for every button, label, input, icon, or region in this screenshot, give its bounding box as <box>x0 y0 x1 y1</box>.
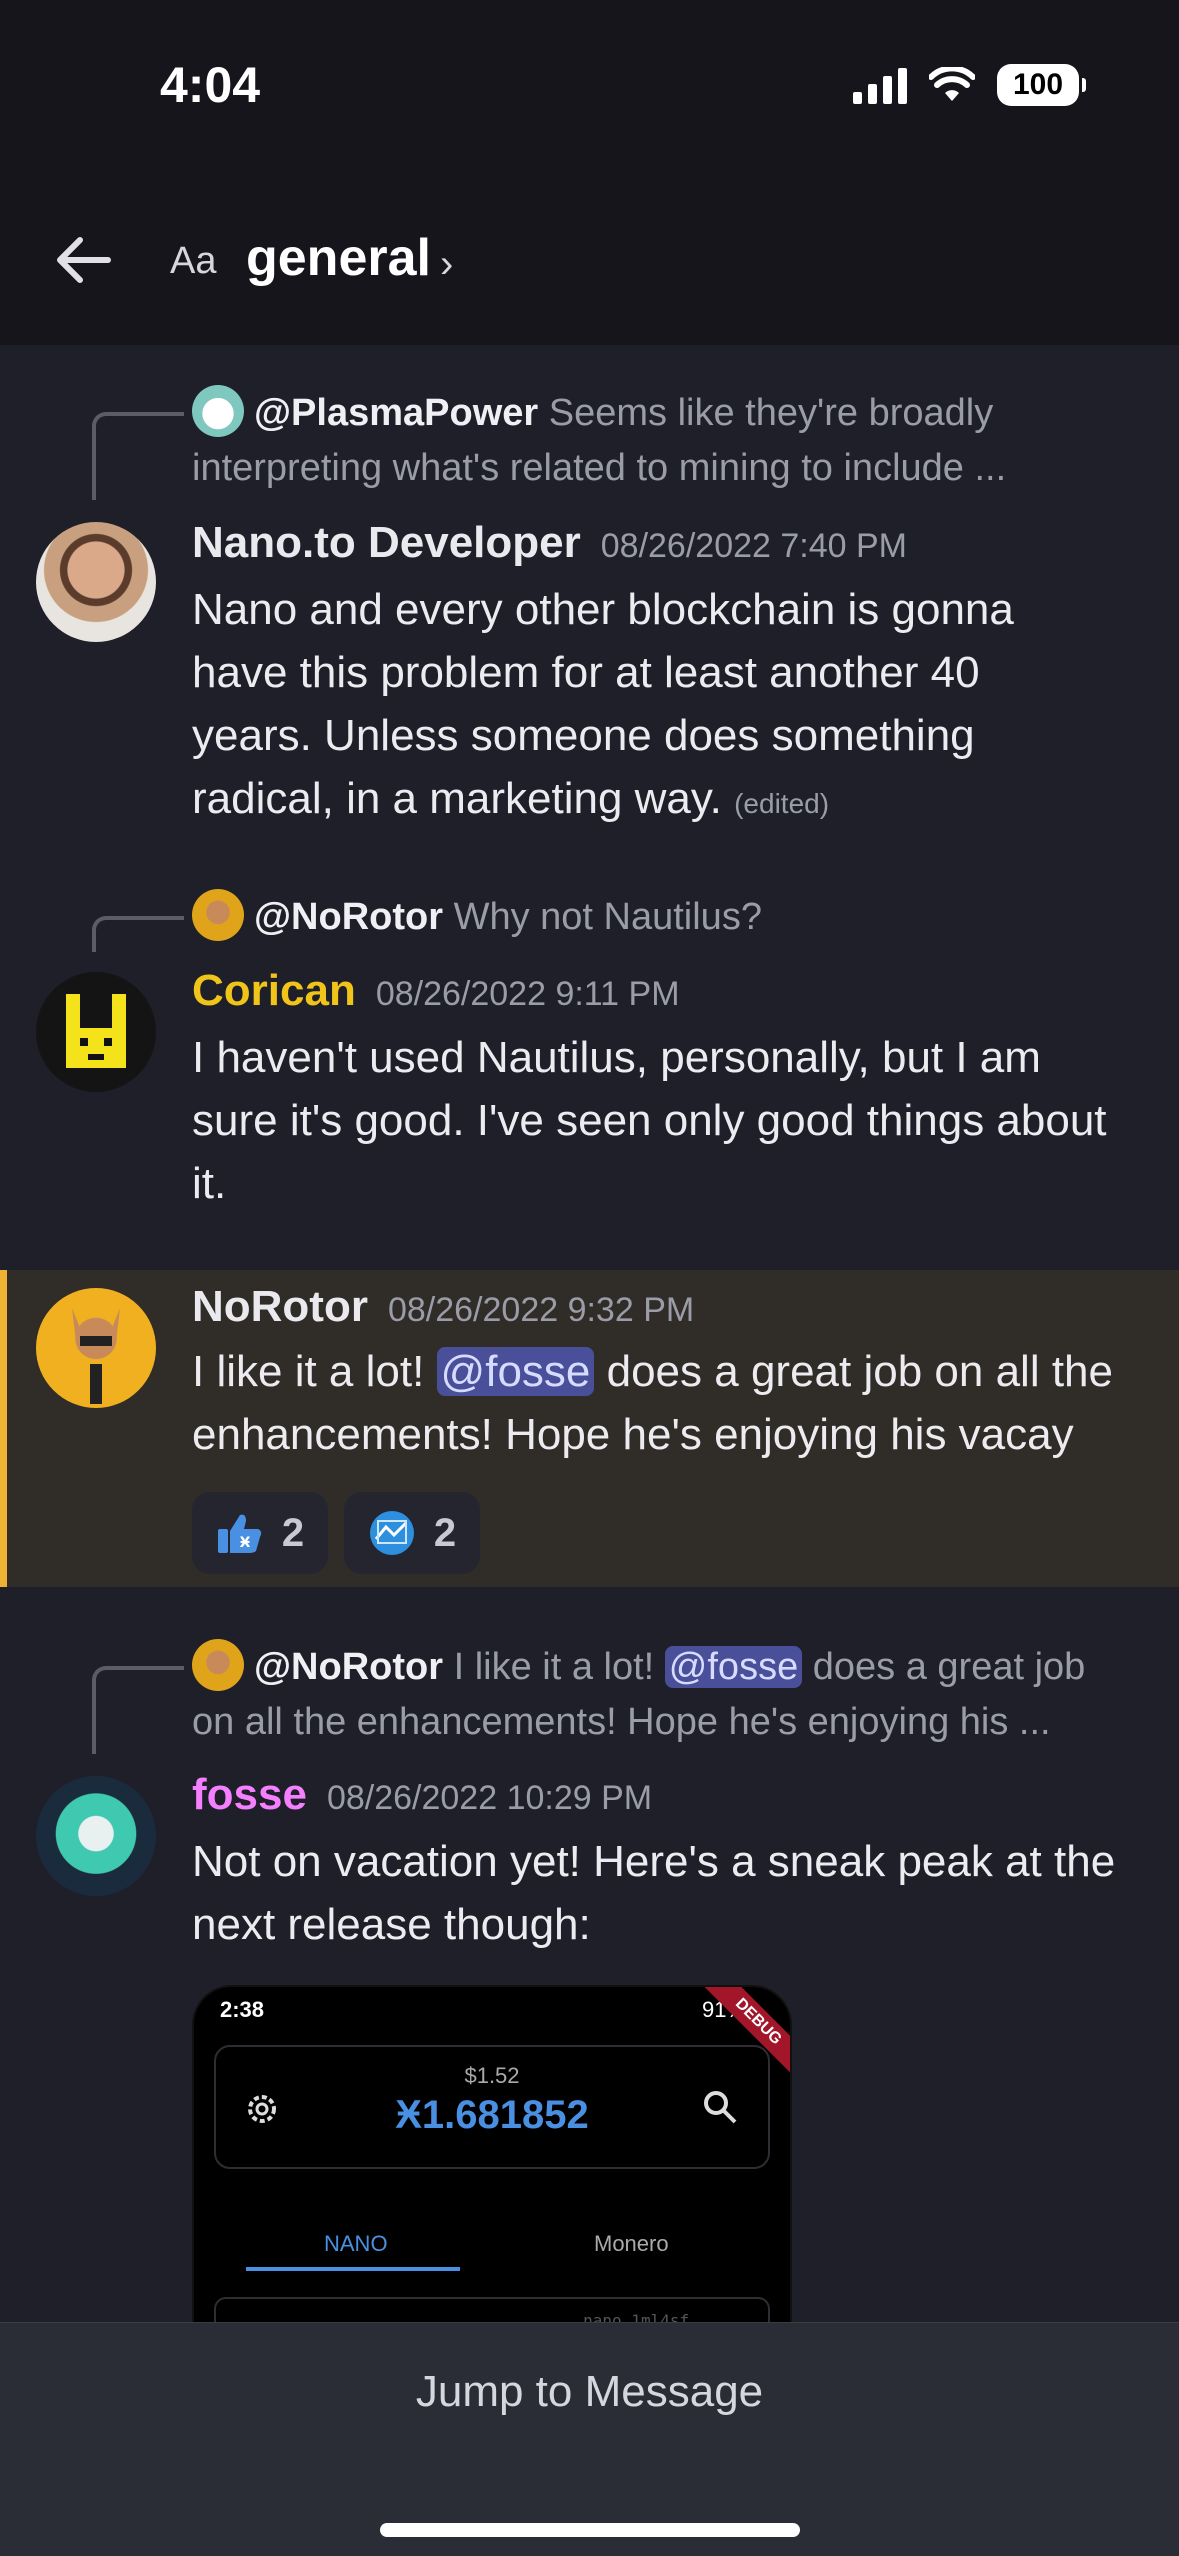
nano-logo-icon <box>369 1511 414 1555</box>
message-timestamp: 08/26/2022 9:11 PM <box>375 975 680 1013</box>
chevron-right-icon[interactable]: › <box>440 242 453 287</box>
message-body: I haven't used Nautilus, personally, but… <box>192 1026 1152 1215</box>
reply-connector <box>92 412 184 500</box>
account-card: nano_1ml4sf... <box>214 2297 770 2323</box>
svg-text:Ӿ: Ӿ <box>239 1535 250 1551</box>
text-channel-icon: Aa <box>170 240 217 282</box>
message-line: have this problem for at least another 4… <box>192 648 980 697</box>
user-mention[interactable]: @fosse <box>664 1646 803 1688</box>
message-body: Not on vacation yet! Here's a sneak peak… <box>192 1830 1152 1956</box>
reply-text: Why not Nautilus? <box>453 896 762 938</box>
message-author[interactable]: Corican 08/26/2022 9:11 PM <box>192 966 680 1016</box>
channel-name[interactable]: general <box>246 228 431 288</box>
fiat-balance: $1.52 <box>464 2063 520 2088</box>
message-line: sure it's good. I've seen only good thin… <box>192 1096 1107 1145</box>
message-author[interactable]: fosse 08/26/2022 10:29 PM <box>192 1770 652 1820</box>
search-icon <box>704 2091 737 2124</box>
reaction-count: 2 <box>281 1510 305 1555</box>
reply-text: on all the enhancements! Hope he's enjoy… <box>192 1700 1051 1743</box>
back-arrow-icon[interactable] <box>52 228 116 292</box>
reply-text: interpreting what's related to mining to… <box>192 446 1007 489</box>
tab-nano: NANO <box>324 2231 388 2256</box>
reactions: Ӿ 2 2 <box>192 1492 480 1574</box>
image-attachment[interactable]: 2:38 91% DEBUG $1.52 Ӿ1.681852 NANO Mone… <box>192 1985 792 2325</box>
reply-author: @NoRotor <box>254 1646 444 1688</box>
author-name: fosse <box>192 1770 307 1819</box>
jump-to-message-button[interactable]: Jump to Message <box>0 2367 1179 2417</box>
author-name: NoRotor <box>192 1282 368 1331</box>
reply-connector <box>92 1666 184 1754</box>
plasmapower-avatar <box>192 384 244 437</box>
message-line: years. Unless someone does something <box>192 711 975 760</box>
author-name: Nano.to Developer <box>192 518 581 567</box>
message-author[interactable]: NoRotor 08/26/2022 9:32 PM <box>192 1282 694 1332</box>
message-timestamp: 08/26/2022 9:32 PM <box>387 1291 695 1329</box>
reply-author: @NoRotor <box>254 896 444 938</box>
attachment-status-time: 2:38 <box>220 1997 265 2022</box>
avatar[interactable] <box>36 972 156 1092</box>
jump-bar: Jump to Message <box>0 2322 1179 2556</box>
reply-author: @PlasmaPower <box>254 392 539 434</box>
message-line: Nano and every other blockchain is gonna <box>192 585 1014 634</box>
status-time: 4:04 <box>160 57 261 113</box>
reply-preview[interactable]: @NoRotor I like it a lot! @fosse does a … <box>192 1638 1152 1749</box>
avatar[interactable] <box>36 1776 156 1896</box>
wifi-icon <box>929 67 975 101</box>
reply-text: Seems like they're broadly <box>548 392 994 434</box>
tab-monero: Monero <box>594 2231 669 2256</box>
reply-preview[interactable]: @PlasmaPower Seems like they're broadly … <box>192 384 1152 495</box>
message-body: Nano and every other blockchain is gonna… <box>192 578 1152 835</box>
bunny-avatar-icon <box>72 1308 120 1404</box>
author-name: Corican <box>192 966 356 1015</box>
channel-header: Aa general › <box>0 200 1179 320</box>
message-line: I haven't used Nautilus, personally, but… <box>192 1033 1041 1082</box>
top-bar: 4:04 100 Aa general › <box>0 0 1179 345</box>
message-line: radical, in a marketing way. <box>192 774 722 823</box>
message-body: I like it a lot! @fosse does a great job… <box>192 1340 1152 1466</box>
message-line: Not on vacation yet! Here's a sneak peak… <box>192 1837 1116 1886</box>
active-tab-indicator <box>246 2267 460 2271</box>
reaction-count: 2 <box>433 1510 457 1555</box>
message-timestamp: 08/26/2022 7:40 PM <box>600 527 907 565</box>
edited-label: (edited) <box>734 788 830 819</box>
reaction-thumbs-up[interactable]: Ӿ 2 <box>192 1492 328 1574</box>
message-line: enhancements! Hope he's enjoying his vac… <box>192 1410 1074 1459</box>
reaction-nano-logo[interactable]: 2 <box>344 1492 480 1574</box>
battery-icon: 100 <box>997 64 1086 106</box>
avatar[interactable] <box>36 1288 156 1408</box>
cellular-signal-icon <box>853 66 907 104</box>
message-text: I like it a lot! <box>192 1347 437 1396</box>
thumbs-up-nano-icon: Ӿ <box>217 1514 261 1553</box>
message-text: does a great job on all the <box>594 1347 1113 1396</box>
message-line: it. <box>192 1159 227 1208</box>
norotor-avatar <box>192 1638 244 1691</box>
status-icons: 100 <box>853 64 1086 106</box>
pixel-bunny-icon <box>66 994 126 1068</box>
user-mention[interactable]: @fosse <box>436 1347 595 1396</box>
reply-preview[interactable]: @NoRotor Why not Nautilus? <box>192 888 1152 945</box>
reply-text: does a great job <box>802 1646 1086 1688</box>
reply-connector <box>92 916 184 952</box>
message-line: next release though: <box>192 1900 591 1949</box>
avatar[interactable] <box>36 522 156 642</box>
balance-card: $1.52 Ӿ1.681852 <box>214 2045 770 2169</box>
home-indicator[interactable] <box>380 2523 800 2537</box>
message-author[interactable]: Nano.to Developer 08/26/2022 7:40 PM <box>192 518 907 568</box>
message-timestamp: 08/26/2022 10:29 PM <box>326 1779 653 1817</box>
nano-balance: Ӿ1.681852 <box>395 2093 589 2137</box>
norotor-avatar <box>192 888 244 941</box>
reply-text: I like it a lot! <box>453 1646 665 1688</box>
